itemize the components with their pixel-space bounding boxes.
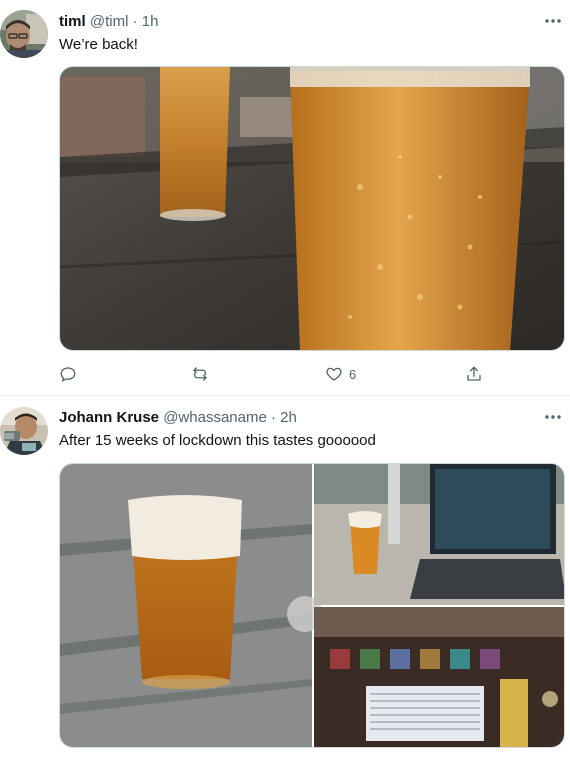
heart-icon — [326, 367, 342, 381]
reply-icon — [60, 367, 76, 382]
more-horizontal-icon — [545, 19, 561, 23]
like-button[interactable]: 6 — [325, 363, 356, 385]
more-horizontal-icon — [545, 415, 561, 419]
tweet-photo[interactable] — [60, 464, 323, 748]
author-handle[interactable]: @timl — [90, 13, 129, 30]
like-count: 6 — [349, 366, 357, 382]
timestamp[interactable]: 1h — [142, 13, 159, 30]
tweet-header: Johann Kruse @whassaname · 2h — [59, 408, 297, 428]
tweet-photo[interactable] — [314, 464, 565, 605]
avatar[interactable] — [0, 407, 48, 455]
retweet-icon — [193, 367, 207, 381]
separator-dot: · — [270, 409, 276, 426]
retweet-button[interactable] — [191, 363, 215, 385]
timestamp[interactable]: 2h — [280, 409, 297, 426]
tweet-header: timl @timl · 1h — [59, 12, 158, 32]
tweet-photo[interactable] — [59, 66, 565, 351]
tweet-photo-grid — [59, 463, 565, 748]
separator-dot: · — [132, 13, 138, 30]
tweet-actions: 6 — [59, 363, 565, 385]
author-handle[interactable]: @whassaname — [163, 409, 267, 426]
tweet[interactable]: Johann Kruse @whassaname · 2h After 15 w… — [0, 397, 570, 758]
tweet-text: After 15 weeks of lockdown this tastes g… — [59, 432, 376, 449]
author-name[interactable]: Johann Kruse — [59, 409, 159, 426]
author-name[interactable]: timl — [59, 13, 86, 30]
share-icon — [467, 366, 481, 381]
avatar[interactable] — [0, 10, 48, 58]
more-options-button[interactable] — [542, 11, 564, 31]
share-button[interactable] — [465, 363, 483, 385]
more-options-button[interactable] — [542, 407, 564, 427]
tweet-text: We’re back! — [59, 36, 138, 53]
tweet-photo[interactable] — [314, 607, 565, 748]
tweet[interactable]: timl @timl · 1h We’re back! 6 — [0, 0, 570, 396]
reply-button[interactable] — [59, 363, 83, 385]
